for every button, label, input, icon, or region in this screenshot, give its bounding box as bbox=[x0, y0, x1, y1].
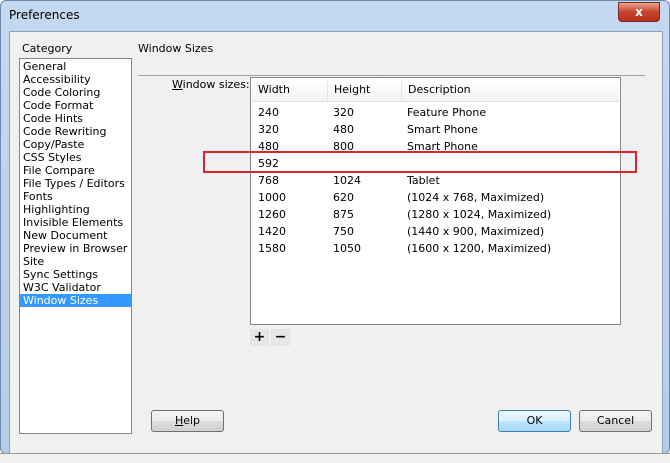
cell-height: 480 bbox=[333, 123, 354, 136]
help-label: elp bbox=[183, 414, 201, 427]
cell-height: 750 bbox=[333, 225, 354, 238]
window-sizes-label: Window sizes: bbox=[172, 78, 250, 91]
cancel-button[interactable]: Cancel bbox=[579, 410, 652, 432]
window-sizes-table[interactable]: Width Height Description 240 320 Feature P… bbox=[250, 77, 621, 325]
cell-width: 1580 bbox=[258, 242, 286, 255]
cell-width: 1420 bbox=[258, 225, 286, 238]
category-item[interactable]: File Types / Editors bbox=[20, 177, 131, 190]
category-item[interactable]: Code Hints bbox=[20, 112, 131, 125]
column-header-height[interactable]: Height bbox=[328, 79, 402, 101]
add-size-button[interactable]: + bbox=[250, 329, 269, 346]
help-button[interactable]: Help bbox=[151, 410, 224, 432]
category-item[interactable]: CSS Styles bbox=[20, 151, 131, 164]
category-item[interactable]: Window Sizes bbox=[20, 294, 131, 307]
cell-description: Tablet bbox=[407, 174, 440, 187]
category-item[interactable]: Invisible Elements bbox=[20, 216, 131, 229]
category-item[interactable]: Code Format bbox=[20, 99, 131, 112]
cell-description: (1024 x 768, Maximized) bbox=[407, 191, 545, 204]
cell-description: (1440 x 900, Maximized) bbox=[407, 225, 545, 238]
cell-width: 320 bbox=[258, 123, 279, 136]
category-item[interactable]: Fonts bbox=[20, 190, 131, 203]
category-item[interactable]: Accessibility bbox=[20, 73, 131, 86]
table-row[interactable]: 768 1024 Tablet bbox=[251, 172, 620, 189]
table-row[interactable]: 1420 750 (1440 x 900, Maximized) bbox=[251, 223, 620, 240]
cell-width: 768 bbox=[258, 174, 279, 187]
cell-height: 1050 bbox=[333, 242, 361, 255]
cell-description: (1600 x 1200, Maximized) bbox=[407, 242, 552, 255]
cell-height: 1024 bbox=[333, 174, 361, 187]
category-item[interactable]: New Document bbox=[20, 229, 131, 242]
category-item[interactable]: Code Coloring bbox=[20, 86, 131, 99]
panel-title: Window Sizes bbox=[138, 42, 214, 55]
help-mnemonic: H bbox=[174, 414, 184, 427]
category-item[interactable]: General bbox=[20, 60, 131, 73]
category-item[interactable]: File Compare bbox=[20, 164, 131, 177]
highlight-annotation bbox=[203, 151, 637, 173]
table-row[interactable]: 1260 875 (1280 x 1024, Maximized) bbox=[251, 206, 620, 223]
label-mnemonic: W bbox=[172, 78, 183, 91]
cell-description: Feature Phone bbox=[407, 106, 487, 119]
column-header-width[interactable]: Width bbox=[252, 79, 328, 101]
cell-width: 1000 bbox=[258, 191, 286, 204]
table-row[interactable]: 1580 1050 (1600 x 1200, Maximized) bbox=[251, 240, 620, 257]
table-row[interactable]: 320 480 Smart Phone bbox=[251, 121, 620, 138]
category-item[interactable]: Preview in Browser bbox=[20, 242, 131, 255]
table-header: Width Height Description bbox=[252, 79, 619, 102]
window-title: Preferences bbox=[9, 8, 80, 22]
category-list[interactable]: General Accessibility Code Coloring Code Fo… bbox=[19, 58, 132, 434]
cell-width: 1260 bbox=[258, 208, 286, 221]
cell-description: Smart Phone bbox=[407, 123, 478, 136]
label-text: indow sizes: bbox=[182, 78, 250, 91]
ok-button[interactable]: OK bbox=[498, 410, 571, 432]
cell-height: 620 bbox=[333, 191, 354, 204]
cell-height: 320 bbox=[333, 106, 354, 119]
category-label: Category bbox=[22, 42, 73, 55]
category-item[interactable]: Code Rewriting bbox=[20, 125, 131, 138]
table-row[interactable]: 240 320 Feature Phone bbox=[251, 104, 620, 121]
category-item[interactable]: W3C Validator bbox=[20, 281, 131, 294]
remove-size-button[interactable]: − bbox=[271, 329, 290, 346]
divider bbox=[138, 75, 645, 76]
column-header-description[interactable]: Description bbox=[402, 79, 619, 101]
category-item[interactable]: Sync Settings bbox=[20, 268, 131, 281]
category-item[interactable]: Copy/Paste bbox=[20, 138, 131, 151]
table-row[interactable]: 1000 620 (1024 x 768, Maximized) bbox=[251, 189, 620, 206]
cell-description: (1280 x 1024, Maximized) bbox=[407, 208, 552, 221]
category-item[interactable]: Highlighting bbox=[20, 203, 131, 216]
cell-height: 875 bbox=[333, 208, 354, 221]
close-button[interactable]: x bbox=[618, 2, 660, 22]
cell-width: 240 bbox=[258, 106, 279, 119]
category-item[interactable]: Site bbox=[20, 255, 131, 268]
